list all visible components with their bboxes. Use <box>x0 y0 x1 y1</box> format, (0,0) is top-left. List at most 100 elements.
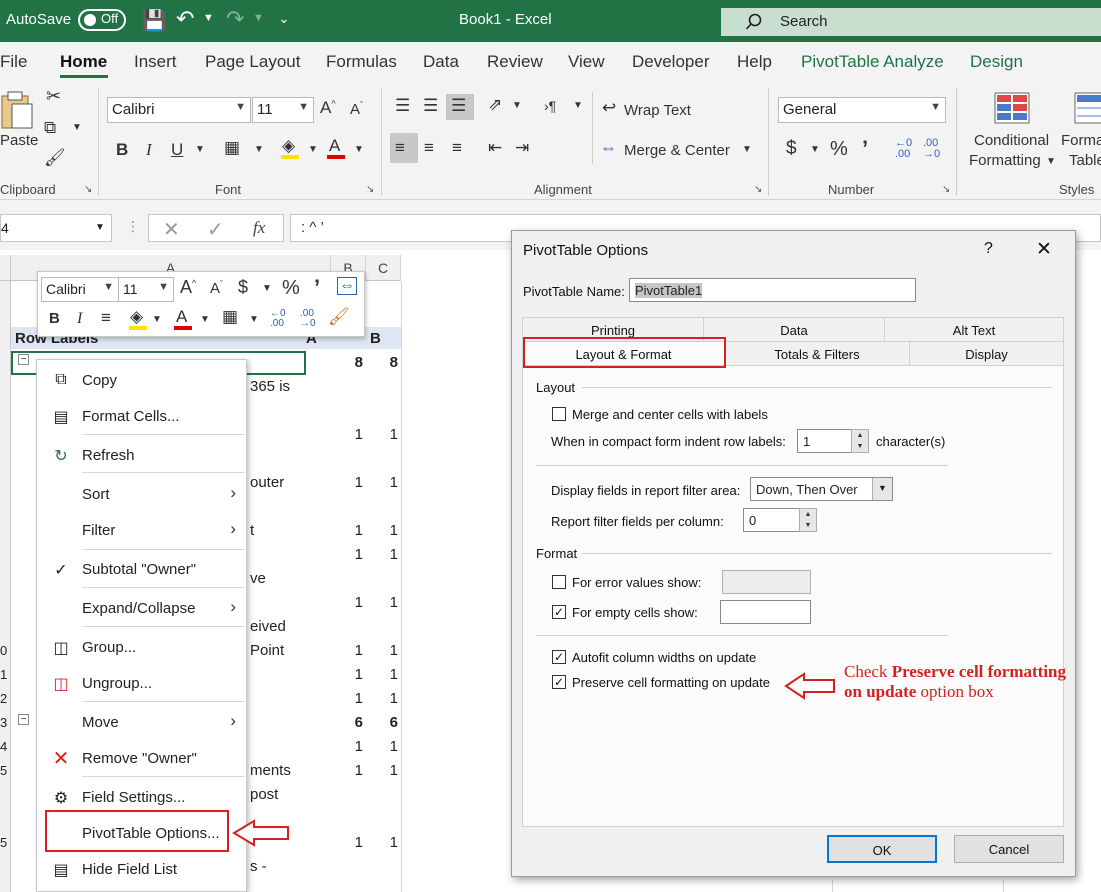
number-format-combo[interactable]: General ▼ <box>778 97 946 123</box>
align-middle-icon[interactable]: ☰ <box>423 96 438 116</box>
row-number[interactable]: 4 <box>0 739 7 754</box>
tab-page-layout[interactable]: Page Layout <box>205 52 300 72</box>
autofit-checkbox[interactable]: ✓ <box>552 650 566 664</box>
tab-display[interactable]: Display <box>909 341 1064 365</box>
pivot-value-cell[interactable]: 1 <box>339 594 363 611</box>
save-icon[interactable]: 💾 <box>142 8 167 33</box>
pivot-value-cell[interactable]: 1 <box>374 762 398 779</box>
merge-center-checkbox[interactable] <box>552 407 566 421</box>
name-box[interactable]: 4 ▼ <box>0 214 112 242</box>
align-bottom-icon[interactable]: ☰ <box>451 96 466 116</box>
pivot-row-label[interactable]: ve <box>250 570 266 587</box>
alignment-launcher-icon[interactable]: ↘ <box>754 184 762 195</box>
format-as-table-icon[interactable] <box>1074 92 1101 124</box>
merge-center-icon[interactable]: ⇔ <box>600 138 617 158</box>
align-right-icon[interactable]: ≡ <box>452 138 462 158</box>
pivot-value-cell[interactable]: 1 <box>339 666 363 683</box>
chevron-down-icon[interactable]: ▼ <box>1046 156 1056 167</box>
align-top-icon[interactable]: ☰ <box>395 96 410 116</box>
chevron-down-icon[interactable]: ▼ <box>152 314 162 325</box>
increase-font-size-icon[interactable]: A^ <box>320 98 336 118</box>
pivot-value-cell[interactable]: 1 <box>339 762 363 779</box>
currency-icon[interactable]: $ <box>786 138 797 160</box>
mini-font-size-combo[interactable]: 11 ▼ <box>118 277 174 302</box>
menu-item-ungroup[interactable]: ◫ Ungroup... <box>37 666 246 700</box>
fill-color-icon[interactable]: ◈ <box>130 307 143 327</box>
menu-item-field-settings[interactable]: ⚙ Field Settings... <box>37 780 246 814</box>
chevron-down-icon[interactable]: ▼ <box>742 144 752 155</box>
row-number[interactable]: 2 <box>0 691 7 706</box>
chevron-down-icon[interactable]: ▼ <box>810 144 820 155</box>
pivot-value-cell[interactable]: 1 <box>339 474 363 491</box>
conditional-formatting-icon[interactable] <box>994 92 1030 124</box>
decrease-decimal-icon[interactable]: .00 →0 <box>923 138 940 160</box>
format-as-table-label-2[interactable]: Table <box>1069 152 1101 169</box>
font-name-combo[interactable]: Calibri ▼ <box>107 97 251 123</box>
chevron-down-icon[interactable]: ▼ <box>195 144 205 155</box>
column-label-b[interactable]: B <box>370 330 381 347</box>
underline-icon[interactable]: U <box>171 140 183 160</box>
redo-dropdown-icon[interactable]: ▼ <box>253 12 264 24</box>
pivot-value-cell[interactable]: 1 <box>374 690 398 707</box>
font-size-combo[interactable]: 11 ▼ <box>252 97 314 123</box>
italic-icon[interactable]: I <box>146 140 152 160</box>
comma-style-icon[interactable]: ’ <box>314 275 320 301</box>
increase-font-size-icon[interactable]: A^ <box>180 277 196 298</box>
chevron-down-icon[interactable]: ▼ <box>872 478 892 500</box>
format-painter-icon[interactable]: 🖌 <box>44 148 66 168</box>
percent-icon[interactable]: % <box>830 138 848 161</box>
pivot-value-cell[interactable]: 1 <box>374 594 398 611</box>
pivot-value-cell[interactable]: 1 <box>339 690 363 707</box>
pivot-value-cell[interactable]: 1 <box>339 522 363 539</box>
menu-item-copy[interactable]: ⧉ Copy <box>37 363 246 397</box>
pivot-value-cell[interactable]: 8 <box>339 354 363 371</box>
tab-formulas[interactable]: Formulas <box>326 52 397 72</box>
pivot-value-cell[interactable]: 8 <box>374 354 398 371</box>
select-all-corner[interactable] <box>0 255 11 281</box>
wrap-text-label[interactable]: Wrap Text <box>624 102 691 119</box>
pivot-row-label[interactable]: eived <box>250 618 286 635</box>
cancel-icon[interactable]: ✕ <box>163 217 180 242</box>
menu-item-format-cells[interactable]: ▤ Format Cells... <box>37 399 246 433</box>
borders-icon[interactable]: ▦ <box>224 138 240 158</box>
row-number[interactable]: 0 <box>0 643 7 658</box>
pivot-value-cell[interactable]: 1 <box>374 666 398 683</box>
row-number[interactable]: 1 <box>0 667 7 682</box>
decrease-font-size-icon[interactable]: Aˇ <box>210 279 223 297</box>
menu-item-move[interactable]: Move › <box>37 705 246 739</box>
column-header-c[interactable]: C <box>366 255 401 281</box>
wrap-text-icon[interactable]: ↩ <box>602 98 616 118</box>
currency-icon[interactable]: $ <box>238 277 248 298</box>
menu-item-filter[interactable]: Filter › <box>37 513 246 547</box>
center-icon[interactable]: ≡ <box>101 308 111 328</box>
preserve-formatting-checkbox[interactable]: ✓ <box>552 675 566 689</box>
empty-cells-input[interactable] <box>720 600 811 624</box>
pivot-value-cell[interactable]: 1 <box>374 834 398 851</box>
chevron-down-icon[interactable]: ▼ <box>308 144 318 155</box>
chevron-down-icon[interactable]: ▼ <box>354 144 364 155</box>
pivot-row-label[interactable]: Point <box>250 642 284 659</box>
menu-item-hide-field-list[interactable]: ▤ Hide Field List <box>37 852 246 886</box>
increase-decimal-icon[interactable]: ←0.00 <box>270 309 286 329</box>
tab-totals-filters[interactable]: Totals & Filters <box>724 341 909 365</box>
merge-center-label[interactable]: Merge & Center <box>624 142 730 159</box>
pivot-row-label[interactable]: outer <box>250 474 284 491</box>
conditional-formatting-label-2[interactable]: Formatting <box>969 152 1041 169</box>
pivot-value-cell[interactable]: 6 <box>374 714 398 731</box>
comma-style-icon[interactable]: ’ <box>862 136 868 162</box>
paste-icon[interactable] <box>0 90 36 132</box>
pivot-value-cell[interactable]: 1 <box>374 642 398 659</box>
error-values-checkbox[interactable] <box>552 575 566 589</box>
undo-dropdown-icon[interactable]: ▼ <box>203 12 214 24</box>
merge-center-icon[interactable]: ⇔ <box>337 277 357 295</box>
conditional-formatting-label-1[interactable]: Conditional <box>974 132 1049 149</box>
pivot-value-cell[interactable]: 1 <box>374 546 398 563</box>
menu-item-remove[interactable]: ✕ Remove "Owner" <box>37 741 246 775</box>
decrease-indent-icon[interactable]: ⇤ <box>488 138 502 158</box>
align-left-icon[interactable]: ≡ <box>395 138 405 158</box>
tab-home[interactable]: Home <box>60 52 107 72</box>
font-launcher-icon[interactable]: ↘ <box>366 184 374 195</box>
collapse-icon[interactable]: − <box>18 354 29 365</box>
row-number[interactable]: 3 <box>0 715 7 730</box>
bold-icon[interactable]: B <box>116 140 128 160</box>
